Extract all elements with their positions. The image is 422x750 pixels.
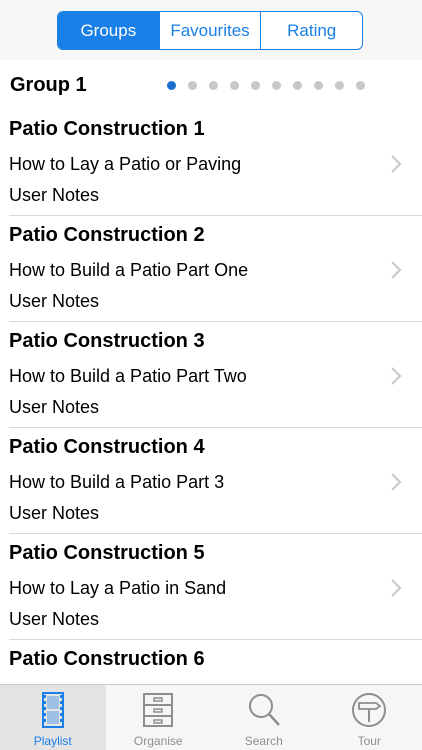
page-dot[interactable]: [335, 81, 344, 90]
tab-playlist[interactable]: Playlist: [0, 685, 106, 750]
list-item[interactable]: Patio Construction 3 How to Build a Pati…: [0, 322, 422, 428]
group-title: Group 1: [10, 74, 87, 96]
tab-label: Search: [244, 734, 283, 748]
segmented-control: Groups Favourites Rating: [57, 11, 363, 50]
segment-favourites[interactable]: Favourites: [158, 12, 261, 49]
chevron-right-icon: [391, 261, 402, 279]
film-strip-icon: [41, 692, 64, 728]
item-title: Patio Construction 1: [9, 118, 205, 140]
list-item[interactable]: Patio Construction 2 How to Build a Pati…: [0, 216, 422, 322]
item-title: Patio Construction 3: [9, 330, 205, 352]
segment-groups[interactable]: Groups: [58, 12, 159, 49]
tab-bar: Playlist Organise Search Tour: [0, 684, 422, 750]
chevron-right-icon: [391, 579, 402, 597]
list-item[interactable]: Patio Construction 5 How to Lay a Patio …: [0, 534, 422, 640]
item-subtitle: How to Lay a Patio in Sand: [9, 578, 227, 598]
item-subtitle: How to Build a Patio Part Two: [9, 366, 247, 386]
page-dot[interactable]: [293, 81, 302, 90]
tab-search[interactable]: Search: [211, 685, 317, 750]
item-title: Patio Construction 4: [9, 436, 205, 458]
segment-rating[interactable]: Rating: [260, 12, 362, 49]
chevron-right-icon: [391, 155, 402, 173]
item-subtitle: How to Lay a Patio or Paving: [9, 154, 242, 174]
chevron-right-icon: [391, 367, 402, 385]
page-dot[interactable]: [209, 81, 218, 90]
signpost-icon: [352, 693, 387, 727]
item-notes: User Notes: [9, 397, 100, 417]
page-dot[interactable]: [356, 81, 365, 90]
tab-organise[interactable]: Organise: [106, 685, 212, 750]
magnifier-icon: [248, 694, 280, 726]
tab-label: Tour: [357, 734, 381, 748]
item-subtitle: How to Build a Patio Part One: [9, 260, 249, 280]
segment-header: Groups Favourites Rating: [0, 0, 422, 60]
item-notes: User Notes: [9, 185, 100, 205]
item-subtitle: How to Build a Patio Part 3: [9, 472, 225, 492]
page-dot[interactable]: [272, 81, 281, 90]
cabinet-icon: [143, 693, 174, 727]
tab-label: Organise: [133, 734, 183, 748]
item-notes: User Notes: [9, 609, 100, 629]
list-item[interactable]: Patio Construction 4 How to Build a Pati…: [0, 428, 422, 534]
chevron-right-icon: [391, 473, 402, 491]
item-notes: User Notes: [9, 291, 100, 311]
item-title: Patio Construction 5: [9, 542, 205, 564]
page-dot[interactable]: [251, 81, 260, 90]
page-dot[interactable]: [188, 81, 197, 90]
item-notes: User Notes: [9, 503, 100, 523]
list-item[interactable]: Patio Construction 1 How to Lay a Patio …: [0, 110, 422, 216]
page-dot[interactable]: [314, 81, 323, 90]
page-dot[interactable]: [230, 81, 239, 90]
page-dot[interactable]: [167, 81, 176, 90]
tab-label: Playlist: [33, 734, 72, 748]
item-title: Patio Construction 2: [9, 224, 205, 246]
item-title: Patio Construction 6: [9, 648, 205, 670]
tab-tour[interactable]: Tour: [317, 685, 422, 750]
